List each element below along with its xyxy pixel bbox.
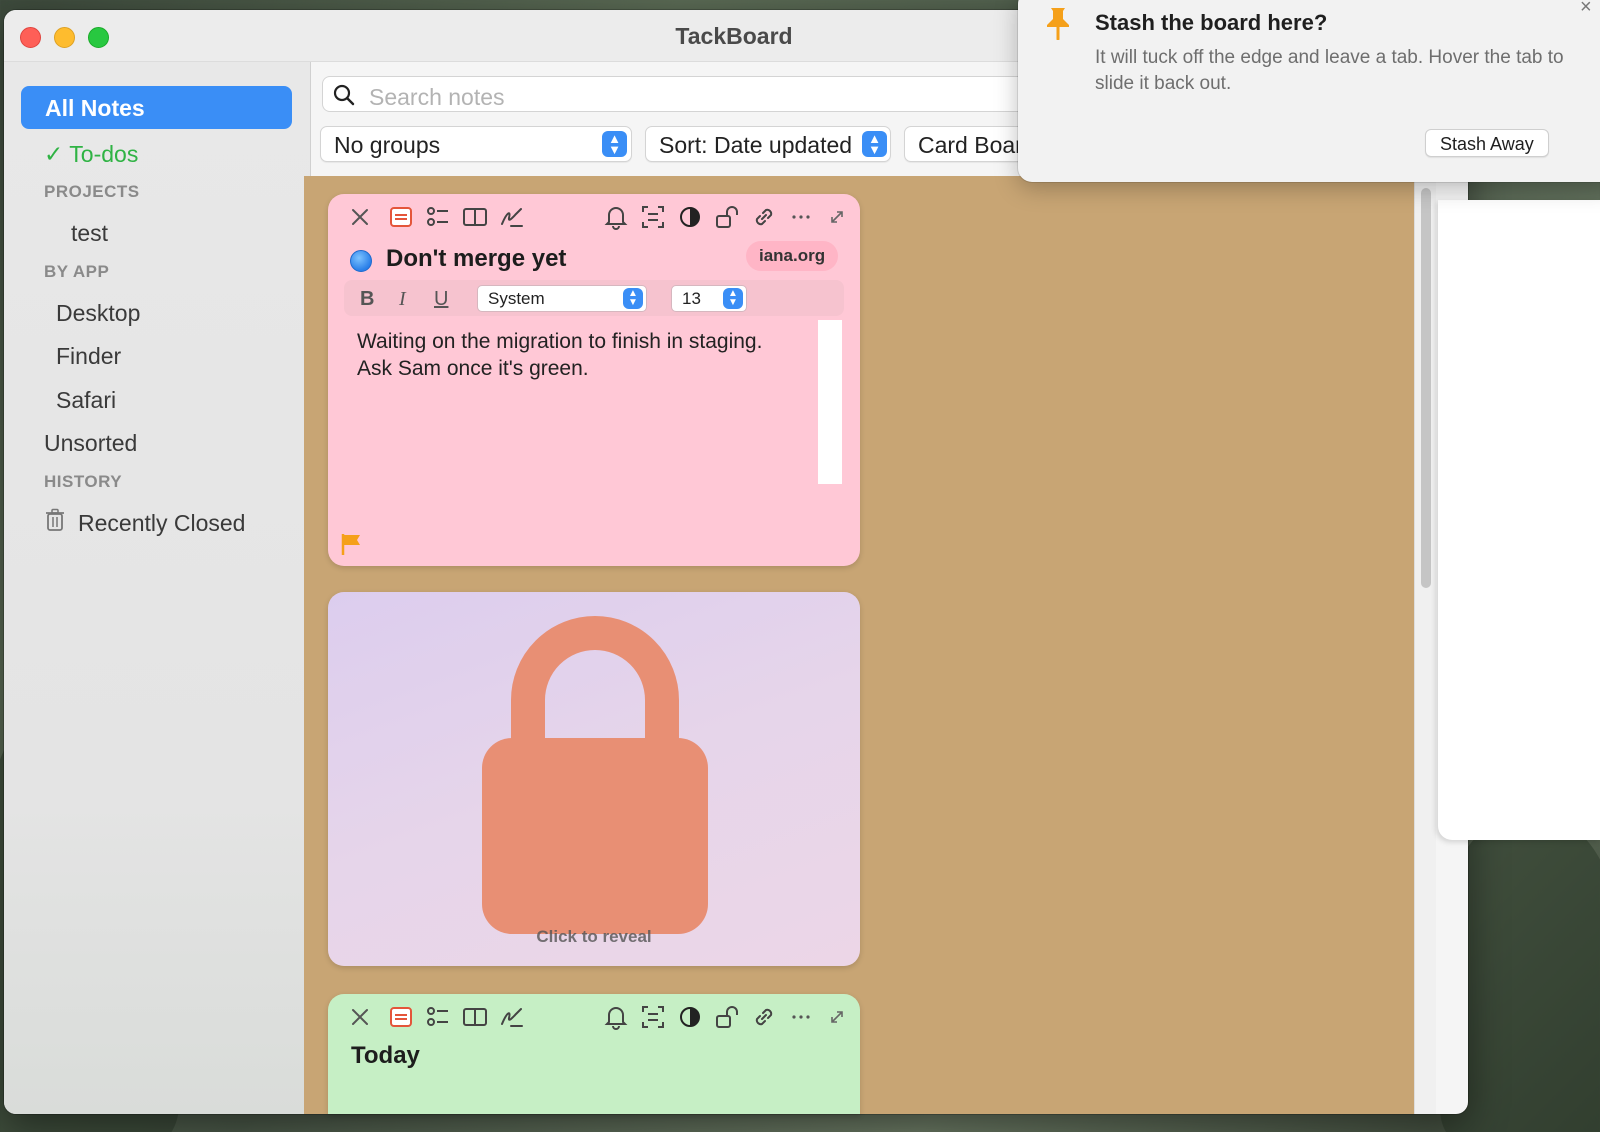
- signature-icon[interactable]: [499, 1004, 525, 1030]
- bell-icon[interactable]: [603, 204, 629, 230]
- underline-button[interactable]: U: [434, 288, 448, 311]
- section-header-projects: PROJECTS: [44, 182, 140, 201]
- chevron-updown-icon: ▲ ▼: [723, 288, 743, 309]
- sidebar-item-unsorted[interactable]: Unsorted: [44, 430, 137, 457]
- checkmark-icon: ✓: [44, 141, 64, 167]
- note-title[interactable]: Today: [351, 1042, 420, 1070]
- sidebar-item-recently-closed[interactable]: Recently Closed: [78, 510, 245, 537]
- font-size-value: 13: [682, 289, 701, 308]
- vertical-scrollbar[interactable]: [1414, 176, 1436, 1114]
- italic-button[interactable]: I: [399, 288, 406, 311]
- sidebar: All Notes ✓ To-dos PROJECTS test BY APP D…: [4, 62, 311, 1114]
- flag-icon[interactable]: [340, 532, 362, 556]
- stashed-board-panel: [1438, 200, 1600, 840]
- close-icon[interactable]: [347, 1004, 373, 1030]
- format-bar: B I U System ▲ ▼ 13 ▲ ▼: [344, 280, 844, 316]
- group-select[interactable]: No groups ▲ ▼: [320, 126, 632, 162]
- close-icon[interactable]: [347, 204, 373, 230]
- sidebar-item-all-notes[interactable]: All Notes: [21, 86, 292, 129]
- sidebar-item-desktop[interactable]: Desktop: [56, 300, 140, 327]
- trash-icon: [46, 508, 64, 531]
- sidebar-item-label: To-dos: [69, 141, 139, 167]
- signature-icon[interactable]: [499, 204, 525, 230]
- note-color-icon[interactable]: [388, 204, 414, 230]
- chevron-updown-icon: ▲ ▼: [623, 288, 643, 309]
- note-card[interactable]: Today: [328, 994, 860, 1114]
- group-select-value: No groups: [334, 132, 441, 158]
- chevron-updown-icon: ▲ ▼: [862, 131, 887, 157]
- more-icon[interactable]: [788, 1004, 814, 1030]
- chevron-updown-icon: ▲ ▼: [602, 131, 627, 157]
- sort-select-value: Sort: Date updated: [659, 132, 853, 158]
- unlock-icon[interactable]: [714, 204, 740, 230]
- split-view-icon[interactable]: [462, 1004, 488, 1030]
- text-scan-icon[interactable]: [640, 204, 666, 230]
- pin-icon: [1047, 8, 1069, 40]
- font-size-select[interactable]: 13 ▲ ▼: [671, 285, 747, 312]
- click-to-reveal-label[interactable]: Click to reveal: [328, 927, 860, 947]
- note-scroll-area: [818, 320, 842, 484]
- note-line: Waiting on the migration to finish in st…: [357, 330, 763, 353]
- bold-button[interactable]: B: [360, 288, 374, 311]
- card-toolbar: [328, 1004, 860, 1034]
- search-icon: [333, 84, 355, 106]
- source-badge[interactable]: iana.org: [746, 241, 839, 271]
- bell-icon[interactable]: [603, 1004, 629, 1030]
- close-icon[interactable]: ×: [1580, 0, 1592, 19]
- split-view-icon[interactable]: [462, 204, 488, 230]
- sidebar-item-finder[interactable]: Finder: [56, 343, 121, 370]
- contrast-icon[interactable]: [677, 1004, 703, 1030]
- note-title[interactable]: Don't merge yet: [386, 245, 566, 273]
- stash-popover: Stash the board here? It will tuck off t…: [1018, 0, 1600, 182]
- sidebar-item-safari[interactable]: Safari: [56, 387, 116, 414]
- expand-icon[interactable]: [824, 1004, 850, 1030]
- link-icon[interactable]: [751, 1004, 777, 1030]
- contrast-icon[interactable]: [677, 204, 703, 230]
- more-icon[interactable]: [788, 204, 814, 230]
- checklist-icon[interactable]: [425, 1004, 451, 1030]
- scrollbar-thumb[interactable]: [1421, 188, 1431, 588]
- expand-icon[interactable]: [824, 204, 850, 230]
- card-toolbar: [328, 204, 860, 234]
- popover-title: Stash the board here?: [1095, 10, 1328, 35]
- locked-note-card[interactable]: Click to reveal: [328, 592, 860, 966]
- checklist-icon[interactable]: [425, 204, 451, 230]
- note-body[interactable]: Waiting on the migration to finish in st…: [357, 328, 817, 382]
- view-select[interactable]: Card Boar: [904, 126, 1034, 162]
- popover-body: It will tuck off the edge and leave a ta…: [1095, 47, 1564, 94]
- note-card[interactable]: Don't merge yet iana.org B I U System ▲ ▼…: [328, 194, 860, 566]
- safari-icon: [350, 250, 372, 272]
- sort-select[interactable]: Sort: Date updated ▲ ▼: [645, 126, 891, 162]
- view-select-value: Card Boar: [918, 132, 1023, 158]
- search-input[interactable]: Search notes: [369, 84, 505, 111]
- search-field[interactable]: Search notes: [322, 76, 1042, 112]
- note-color-icon[interactable]: [388, 1004, 414, 1030]
- note-line: Ask Sam once it's green.: [357, 357, 589, 380]
- font-select-value: System: [488, 289, 545, 308]
- sidebar-item-todos[interactable]: ✓ To-dos: [44, 141, 138, 168]
- section-header-by-app: BY APP: [44, 262, 110, 281]
- text-scan-icon[interactable]: [640, 1004, 666, 1030]
- sidebar-item-project-test[interactable]: test: [71, 220, 108, 247]
- section-header-history: HISTORY: [44, 472, 123, 491]
- font-select[interactable]: System ▲ ▼: [477, 285, 647, 312]
- link-icon[interactable]: [751, 204, 777, 230]
- unlock-icon[interactable]: [714, 1004, 740, 1030]
- lock-icon: [482, 616, 708, 934]
- stash-away-button[interactable]: Stash Away: [1425, 129, 1549, 157]
